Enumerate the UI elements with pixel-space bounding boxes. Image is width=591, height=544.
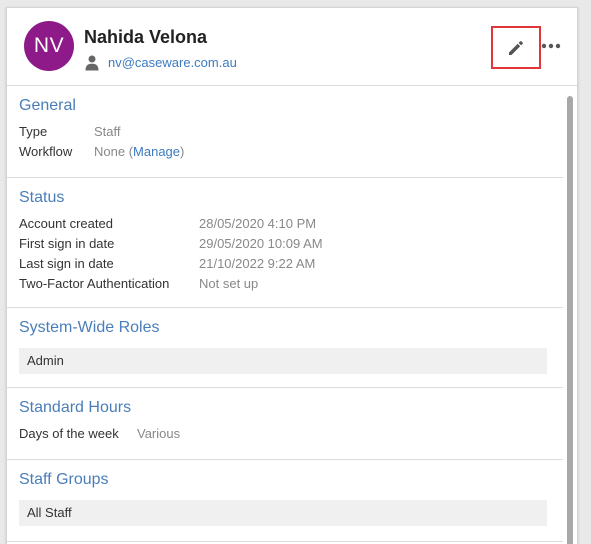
user-details-panel: NV Nahida Velona nv@caseware.com.au Gene… xyxy=(6,7,578,544)
pencil-icon xyxy=(509,40,523,55)
avatar: NV xyxy=(24,21,74,71)
general-section: General Type Staff Workflow None (Manage) xyxy=(7,86,563,178)
workflow-value-prefix: None ( xyxy=(94,144,134,159)
account-created-row: Account created 28/05/2020 4:10 PM xyxy=(19,214,563,234)
more-horizontal-icon xyxy=(541,43,561,49)
user-email[interactable]: nv@caseware.com.au xyxy=(108,55,237,70)
last-sign-in-label: Last sign in date xyxy=(19,256,114,271)
last-sign-in-value: 21/10/2022 9:22 AM xyxy=(199,256,316,271)
first-sign-in-value: 29/05/2020 10:09 AM xyxy=(199,236,323,251)
days-row: Days of the week Various xyxy=(19,424,563,444)
groups-title: Staff Groups xyxy=(19,471,109,488)
type-row: Type Staff xyxy=(19,122,563,142)
groups-section: Staff Groups All Staff xyxy=(7,460,563,542)
workflow-value-suffix: ) xyxy=(180,144,185,159)
person-icon xyxy=(85,55,99,71)
type-value: Staff xyxy=(94,124,121,139)
two-factor-row: Two-Factor Authentication Not set up xyxy=(19,274,563,294)
roles-title: System-Wide Roles xyxy=(19,319,160,336)
details-content: General Type Staff Workflow None (Manage) … xyxy=(7,86,563,544)
user-name: Nahida Velona xyxy=(84,27,208,47)
user-header: NV Nahida Velona nv@caseware.com.au xyxy=(7,8,577,86)
general-title: General xyxy=(19,97,76,114)
two-factor-value: Not set up xyxy=(199,276,259,291)
roles-section: System-Wide Roles Admin xyxy=(7,308,563,388)
hours-section: Standard Hours Days of the week Various xyxy=(7,388,563,460)
scrollbar[interactable] xyxy=(567,96,573,544)
days-value: Various xyxy=(137,426,181,441)
last-sign-in-row: Last sign in date 21/10/2022 9:22 AM xyxy=(19,254,563,274)
hours-title: Standard Hours xyxy=(19,399,132,416)
edit-button[interactable] xyxy=(491,26,541,69)
status-section: Status Account created 28/05/2020 4:10 PM… xyxy=(7,178,563,308)
account-created-value: 28/05/2020 4:10 PM xyxy=(199,216,317,231)
status-title: Status xyxy=(19,189,65,206)
first-sign-in-label: First sign in date xyxy=(19,236,115,251)
workflow-label: Workflow xyxy=(19,144,73,159)
role-chip: Admin xyxy=(19,348,547,374)
more-options-button[interactable] xyxy=(540,36,562,56)
days-label: Days of the week xyxy=(19,426,119,441)
first-sign-in-row: First sign in date 29/05/2020 10:09 AM xyxy=(19,234,563,254)
workflow-row: Workflow None (Manage) xyxy=(19,142,563,162)
account-created-label: Account created xyxy=(19,216,113,231)
type-label: Type xyxy=(19,124,48,139)
two-factor-label: Two-Factor Authentication xyxy=(19,276,170,291)
group-chip: All Staff xyxy=(19,500,547,526)
manage-link[interactable]: Manage xyxy=(133,144,180,159)
